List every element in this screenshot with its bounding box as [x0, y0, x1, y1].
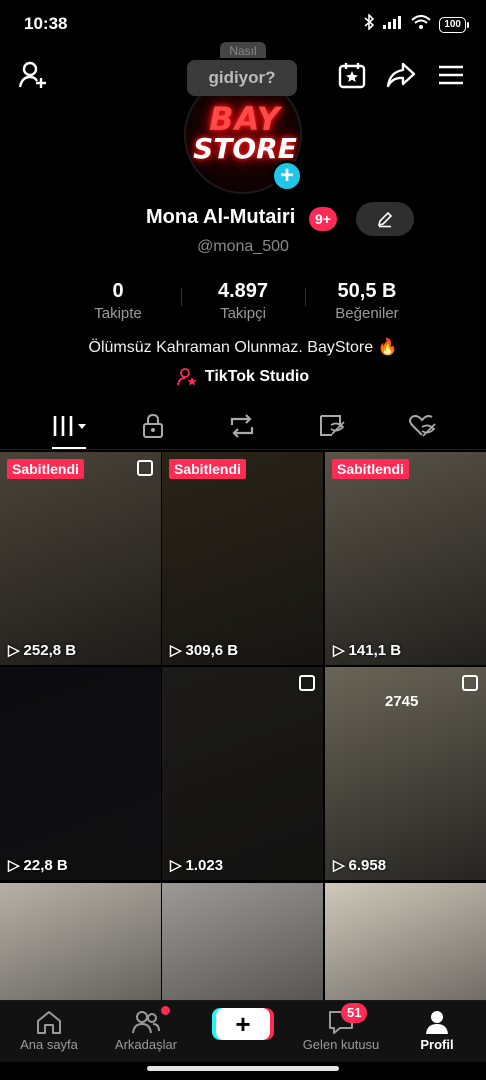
- status-time: 10:38: [24, 14, 68, 33]
- profile-icon: [426, 1011, 448, 1034]
- stat-followers[interactable]: 4.897 Takipçi: [193, 280, 293, 322]
- friends-notification-dot: [161, 1006, 170, 1015]
- stat-divider: [305, 288, 306, 306]
- view-count: ▷ 1.023: [170, 856, 224, 875]
- stat-value: 50,5 B: [337, 280, 397, 302]
- video-thumbnail[interactable]: ▷ 22,8 B: [0, 667, 161, 880]
- profile-username: @mona_500: [197, 238, 289, 255]
- stat-value: 0: [112, 280, 124, 302]
- video-thumbnail[interactable]: [162, 883, 323, 1000]
- nav-profile-label: Profil: [420, 1037, 454, 1052]
- stat-divider: [181, 288, 182, 306]
- tab-liked[interactable]: [402, 410, 442, 442]
- play-icon: ▷: [170, 857, 182, 874]
- wifi-icon: [411, 15, 431, 34]
- tiktok-studio-label: TikTok Studio: [204, 368, 310, 385]
- view-count-value: 22,8 B: [23, 856, 68, 874]
- view-count: ▷ 309,6 B: [170, 641, 239, 660]
- nav-inbox-label: Gelen kutusu: [302, 1037, 380, 1052]
- profile-name: Mona Al-Mutairi: [146, 206, 296, 228]
- multi-photo-icon: [462, 675, 478, 691]
- nav-home-label: Ana sayfa: [20, 1037, 78, 1052]
- active-tab-indicator: [52, 447, 86, 449]
- view-count-value: 6.958: [348, 856, 387, 874]
- repost-icon: [230, 414, 254, 438]
- menu-icon[interactable]: [434, 58, 468, 92]
- view-count-value: 141,1 B: [348, 641, 402, 659]
- view-count: ▷ 252,8 B: [8, 641, 77, 660]
- share-icon[interactable]: [384, 58, 418, 92]
- add-story-button[interactable]: +: [271, 160, 303, 192]
- stat-value: 4.897: [217, 280, 269, 302]
- nav-home[interactable]: Ana sayfa: [4, 1007, 94, 1052]
- video-thumbnail[interactable]: 2745 ▷ 6.958: [325, 667, 486, 880]
- nav-profile[interactable]: Profil: [392, 1007, 482, 1052]
- multi-photo-icon: [137, 460, 153, 476]
- view-count: ▷ 22,8 B: [8, 856, 68, 875]
- battery-icon: 100: [439, 16, 469, 33]
- profile-stats: 0 Takipte 4.897 Takipçi 50,5 B Beğeniler: [0, 280, 486, 326]
- home-icon: [37, 1011, 61, 1034]
- calendar-star-icon[interactable]: [335, 58, 369, 92]
- view-count-value: 309,6 B: [185, 641, 239, 659]
- stat-following[interactable]: 0 Takipte: [68, 280, 168, 322]
- nav-friends[interactable]: Arkadaşlar: [101, 1007, 191, 1052]
- play-icon: ▷: [333, 857, 345, 874]
- friends-icon: [132, 1011, 160, 1034]
- video-thumbnail[interactable]: ▷ 1.023: [162, 667, 323, 880]
- creator-studio-icon: [176, 368, 197, 386]
- tab-reposts[interactable]: [222, 410, 262, 442]
- pinned-badge: Sabitlendi: [332, 459, 409, 479]
- thumbnail-number: 2745: [385, 693, 419, 710]
- profile-bio: Ölümsüz Kahraman Olunmaz. BayStore 🔥: [88, 339, 398, 356]
- create-button[interactable]: +: [216, 1008, 270, 1040]
- play-icon: ▷: [333, 642, 345, 659]
- status-tooltip[interactable]: gidiyor?: [187, 60, 297, 96]
- name-row: Mona Al-Mutairi 9+: [0, 202, 486, 238]
- bluetooth-icon: [363, 13, 375, 35]
- status-icons: 100: [363, 13, 469, 35]
- home-indicator: [147, 1066, 339, 1071]
- play-icon: ▷: [8, 857, 20, 874]
- heart-hidden-icon: [409, 415, 436, 437]
- pinned-badge: Sabitlendi: [169, 459, 246, 479]
- content-tabs: [0, 404, 486, 450]
- stat-label: Takipte: [94, 305, 142, 322]
- video-thumbnail[interactable]: [325, 883, 486, 1000]
- view-count: ▷ 141,1 B: [333, 641, 402, 660]
- view-count: ▷ 6.958: [333, 856, 387, 875]
- pencil-icon: [377, 211, 393, 228]
- inbox-count-badge: 51: [341, 1003, 368, 1023]
- play-icon: ▷: [8, 642, 20, 659]
- tiktok-studio-link[interactable]: TikTok Studio: [0, 367, 486, 392]
- multi-photo-icon: [299, 675, 315, 691]
- lock-icon: [143, 413, 163, 438]
- stat-label: Takipçi: [220, 305, 266, 322]
- tag-hidden-icon: [320, 415, 345, 436]
- stat-likes[interactable]: 50,5 B Beğeniler: [317, 280, 417, 322]
- view-count-value: 252,8 B: [23, 641, 77, 659]
- notification-badge[interactable]: 9+: [309, 207, 337, 231]
- grid-icon: [53, 416, 86, 436]
- play-icon: ▷: [170, 642, 182, 659]
- signal-icon: [383, 15, 403, 34]
- video-grid: Sabitlendi ▷ 252,8 B Sabitlendi ▷ 309,6 B …: [0, 452, 486, 1000]
- add-friend-icon[interactable]: [16, 58, 50, 92]
- video-thumbnail[interactable]: Sabitlendi ▷ 252,8 B: [0, 452, 161, 665]
- tab-videos[interactable]: [48, 410, 92, 442]
- stat-label: Beğeniler: [335, 305, 399, 322]
- tab-tagged[interactable]: [312, 410, 352, 442]
- view-count-value: 1.023: [185, 856, 224, 874]
- pinned-badge: Sabitlendi: [7, 459, 84, 479]
- bottom-nav: Ana sayfa Arkadaşlar + Gelen kutusu 51 P…: [0, 1000, 486, 1062]
- video-thumbnail[interactable]: Sabitlendi ▷ 309,6 B: [162, 452, 323, 665]
- edit-profile-button[interactable]: [356, 202, 414, 236]
- tab-private[interactable]: [133, 410, 173, 442]
- status-bar: 10:38 100: [0, 0, 486, 48]
- video-thumbnail[interactable]: [0, 883, 161, 1000]
- nav-friends-label: Arkadaşlar: [114, 1037, 178, 1052]
- video-thumbnail[interactable]: Sabitlendi ▷ 141,1 B: [325, 452, 486, 665]
- tooltip-partial: Nasıl: [220, 42, 266, 58]
